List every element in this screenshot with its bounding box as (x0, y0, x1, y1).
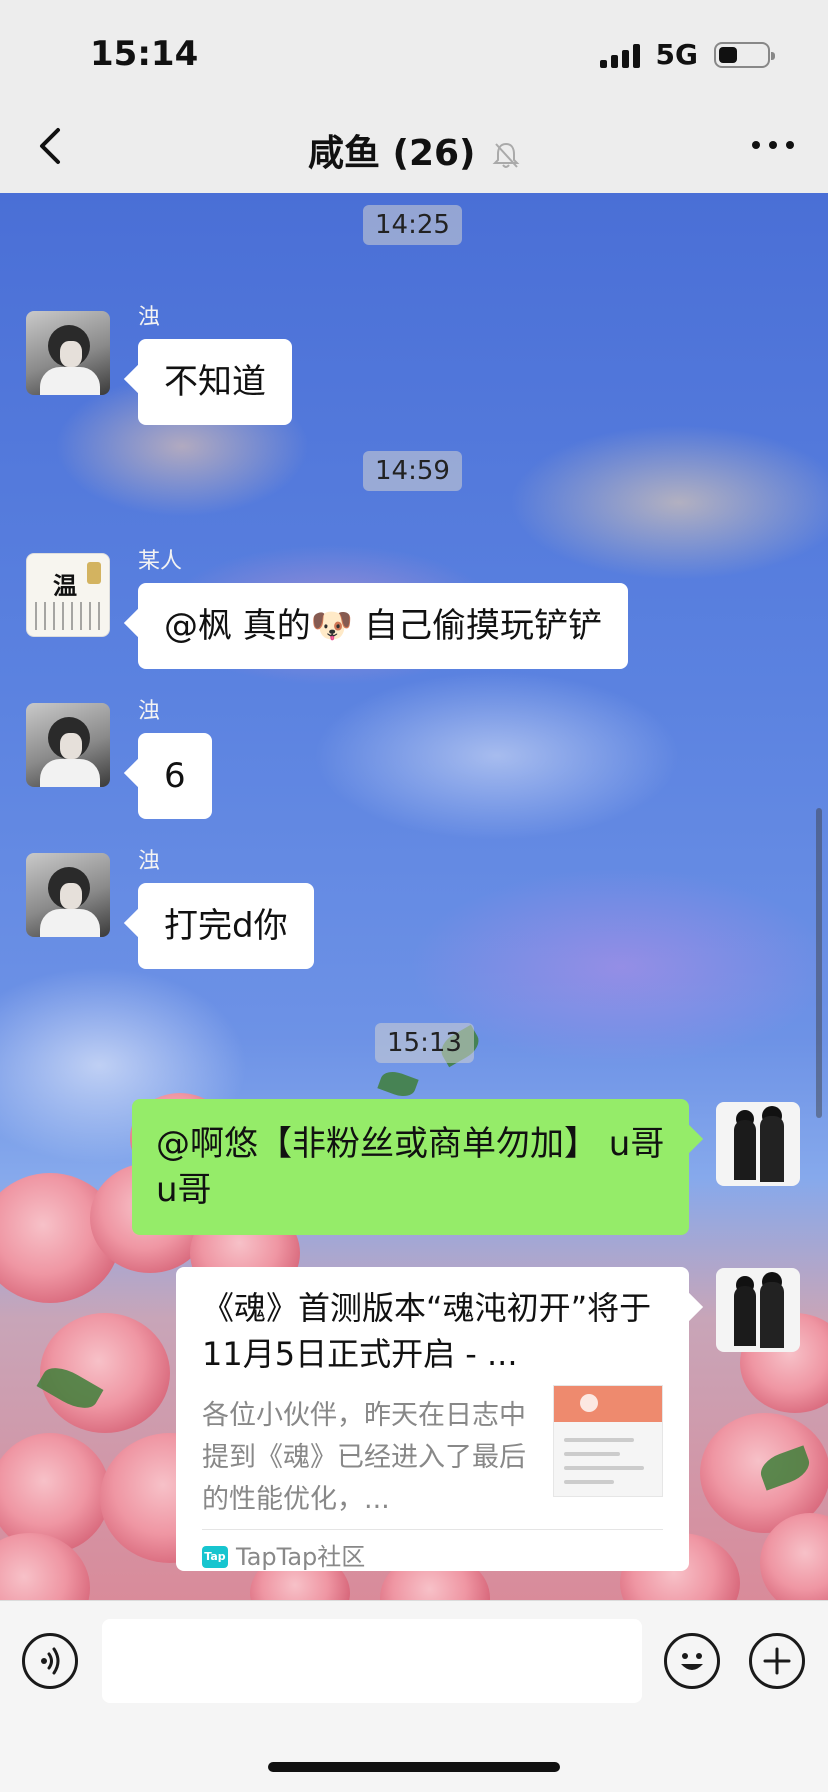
sender-name: 某人 (138, 549, 183, 574)
status-bar: 15:14 5G (0, 0, 828, 100)
avatar[interactable] (716, 1268, 800, 1352)
chat-title: 咸鱼 (26) (0, 124, 828, 176)
avatar[interactable]: 温 (26, 553, 110, 637)
plus-button[interactable] (749, 1633, 805, 1689)
link-thumbnail (553, 1385, 663, 1497)
message-bubble[interactable]: 打完d你 (138, 883, 314, 969)
link-title: 《魂》首测版本“魂沌初开”将于11月5日正式开启 - ... (202, 1289, 652, 1373)
battery-icon (714, 41, 775, 68)
nav-bar: 咸鱼 (26) (0, 100, 828, 193)
link-card[interactable]: 《魂》首测版本“魂沌初开”将于11月5日正式开启 - ... 各位小伙伴，昨天在… (176, 1267, 689, 1571)
avatar-glyph: 温 (53, 571, 77, 600)
message-bubble[interactable]: @枫 真的🐶 自己偷摸玩铲铲 (138, 583, 628, 669)
message-input[interactable] (102, 1619, 642, 1703)
scrollbar[interactable] (816, 808, 822, 1118)
avatar[interactable] (26, 311, 110, 395)
status-time: 15:14 (90, 34, 199, 74)
status-indicators: 5G (599, 38, 775, 71)
sender-name: 浊 (138, 849, 161, 874)
timestamp: 14:59 (363, 451, 462, 491)
emoji-button[interactable] (664, 1633, 720, 1689)
chat-area[interactable]: 14:25 浊 不知道 14:59 温 某人 @枫 真的🐶 自己偷摸玩铲铲 浊 … (0, 193, 828, 1600)
sender-name: 浊 (138, 699, 161, 724)
taptap-logo-icon: Tap (202, 1546, 228, 1568)
signal-icon (599, 42, 640, 68)
message-bubble[interactable]: 不知道 (138, 339, 292, 425)
home-indicator[interactable] (268, 1762, 560, 1772)
timestamp: 14:25 (363, 205, 462, 245)
emoji-icon (681, 1653, 703, 1670)
link-description: 各位小伙伴，昨天在日志中提到《魂》已经进入了最后的性能优化，... (202, 1400, 526, 1515)
message-bubble[interactable]: 6 (138, 733, 212, 819)
plus-icon (763, 1647, 791, 1675)
timestamp: 15:13 (375, 1023, 474, 1063)
divider (202, 1529, 663, 1530)
avatar[interactable] (26, 703, 110, 787)
chat-title-text: 咸鱼 (26) (307, 133, 476, 174)
network-type: 5G (655, 38, 698, 71)
my-message-bubble[interactable]: @啊悠【非粉丝或商单勿加】 u哥u哥 (132, 1099, 689, 1235)
voice-button[interactable] (22, 1633, 78, 1689)
link-source: Tap TapTap社区 (202, 1539, 365, 1575)
mute-bell-icon (492, 142, 520, 168)
avatar[interactable] (26, 853, 110, 937)
avatar[interactable] (716, 1102, 800, 1186)
sender-name: 浊 (138, 305, 161, 330)
more-dots-icon[interactable] (748, 130, 798, 160)
link-source-name: TapTap社区 (236, 1543, 366, 1571)
voice-icon (41, 1647, 60, 1675)
